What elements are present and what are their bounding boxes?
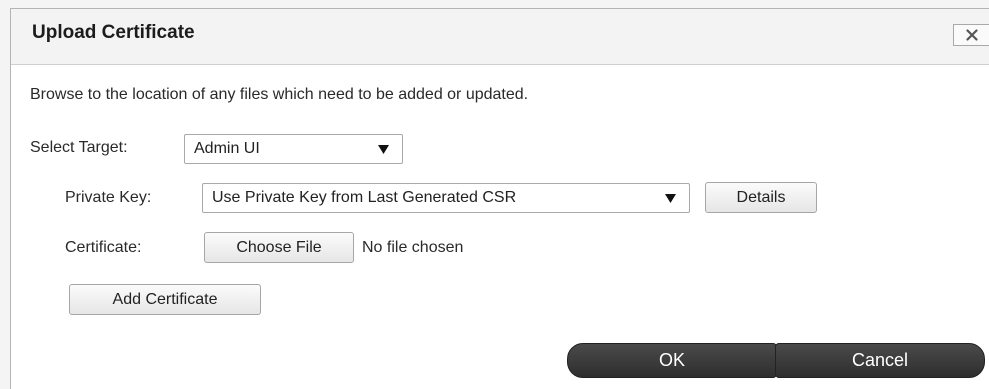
dialog-title-bar: Upload Certificate [11, 9, 989, 65]
triangle-down-icon [665, 194, 676, 203]
target-select[interactable]: Admin UI [184, 134, 403, 164]
upload-certificate-dialog: Upload Certificate Browse to the locatio… [10, 8, 989, 389]
close-icon [965, 29, 978, 41]
details-button[interactable]: Details [705, 182, 817, 213]
dialog-title: Upload Certificate [32, 22, 195, 43]
close-button[interactable] [953, 24, 989, 46]
choose-file-button[interactable]: Choose File [204, 232, 354, 263]
triangle-down-icon [378, 145, 389, 154]
file-status-text: No file chosen [362, 239, 464, 256]
add-certificate-button[interactable]: Add Certificate [69, 284, 261, 315]
certificate-label: Certificate: [65, 239, 142, 256]
private-key-select-value: Use Private Key from Last Generated CSR [212, 189, 517, 206]
cancel-button[interactable]: Cancel [775, 343, 985, 378]
target-select-value: Admin UI [194, 140, 260, 157]
private-key-label: Private Key: [65, 189, 152, 206]
select-target-label: Select Target: [30, 139, 128, 156]
ok-button[interactable]: OK [567, 343, 777, 378]
private-key-select[interactable]: Use Private Key from Last Generated CSR [202, 183, 690, 213]
intro-text: Browse to the location of any files whic… [30, 86, 529, 103]
